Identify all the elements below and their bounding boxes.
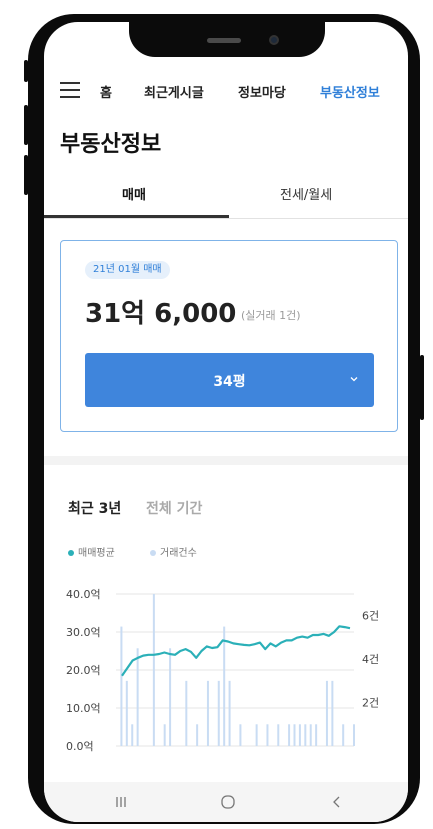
trade-type-tabs: 매매 전세/월세: [44, 178, 408, 219]
count-bar: [196, 724, 199, 746]
count-bar: [325, 680, 328, 746]
legend-avg-label: 매매평균: [78, 548, 115, 559]
y-right-tick-label: 4건: [362, 653, 379, 666]
transaction-count-note: (실거래 1건): [241, 309, 301, 322]
price-value: 31억 6,000: [85, 299, 237, 329]
count-bar: [131, 724, 134, 746]
count-bar: [342, 724, 345, 746]
count-bar: [206, 680, 209, 746]
price-card: 21년 01월 매매 31억 6,000 (실거래 1건) 34평: [60, 240, 398, 432]
section-divider: [44, 456, 408, 465]
top-nav: 홈 최근게시글 정보마당 부동산정보: [44, 78, 408, 106]
hamburger-menu-icon[interactable]: [60, 82, 80, 98]
back-icon[interactable]: [330, 795, 344, 809]
tab-sale[interactable]: 매매: [122, 184, 146, 203]
legend-avg-dot: [68, 550, 74, 556]
speaker-grille: [207, 38, 241, 43]
count-bar: [288, 724, 291, 746]
count-bar: [163, 724, 166, 746]
phone-screen: 홈 최근게시글 정보마당 부동산정보 부동산정보 매매 전세/월세 21년 01…: [44, 22, 408, 822]
count-bar: [293, 724, 296, 746]
legend-count-dot: [150, 550, 156, 556]
count-bar: [331, 680, 334, 746]
count-bar: [185, 680, 188, 746]
y-left-tick-label: 30.0억: [66, 626, 101, 639]
y-right-tick-label: 6건: [362, 610, 379, 623]
count-bar: [353, 724, 355, 746]
phone-side-button-left-mid: [24, 105, 28, 145]
avg-price-line: [121, 625, 351, 677]
home-circle-icon[interactable]: [220, 794, 236, 810]
nav-item-info[interactable]: 정보마당: [238, 82, 286, 101]
count-bar: [277, 724, 280, 746]
count-bar: [125, 680, 128, 746]
nav-item-recent-posts[interactable]: 최근게시글: [144, 82, 204, 101]
y-left-tick-label: 0.0억: [66, 740, 94, 753]
y-left-tick-label: 10.0억: [66, 702, 101, 715]
tab-lease[interactable]: 전세/월세: [280, 184, 332, 203]
legend-avg: 매매평균: [68, 544, 115, 559]
front-camera: [269, 35, 279, 45]
size-select-button[interactable]: 34평: [85, 353, 374, 407]
price-chart: 0.0억 10.0억 20.0억 30.0억 40.0억 2건 4건 6건: [66, 588, 379, 753]
chevron-down-icon: [350, 377, 358, 382]
page-title: 부동산정보: [60, 132, 162, 157]
period-all[interactable]: 전체 기간: [146, 498, 202, 518]
size-select-label: 34평: [213, 374, 246, 390]
count-bar: [217, 680, 220, 746]
phone-side-button-right: [420, 355, 424, 420]
count-bar: [255, 724, 258, 746]
count-bar: [315, 724, 318, 746]
count-bar: [120, 626, 123, 746]
phone-side-button-left-top: [24, 60, 28, 82]
count-bar: [266, 724, 269, 746]
y-left-tick-label: 40.0억: [66, 588, 101, 601]
notch: [129, 22, 325, 57]
period-recent-3y[interactable]: 최근 3년: [68, 498, 121, 518]
count-bar: [136, 648, 139, 746]
count-bar: [309, 724, 312, 746]
count-bar: [223, 626, 226, 746]
phone-side-button-left-low: [24, 155, 28, 195]
y-left-tick-label: 20.0억: [66, 664, 101, 677]
y-right-tick-label: 2건: [362, 697, 379, 710]
date-badge: 21년 01월 매매: [85, 261, 170, 279]
count-bar: [169, 648, 172, 746]
nav-item-home[interactable]: 홈: [100, 82, 112, 101]
count-bar: [304, 724, 307, 746]
legend-count: 거래건수: [150, 544, 197, 559]
android-nav-bar: [44, 782, 408, 822]
count-bar: [298, 724, 301, 746]
nav-item-real-estate[interactable]: 부동산정보: [320, 82, 380, 101]
legend-count-label: 거래건수: [160, 548, 197, 559]
count-bar: [152, 594, 155, 746]
count-bar: [239, 724, 242, 746]
recent-apps-icon[interactable]: [114, 795, 128, 809]
active-tab-indicator: [44, 215, 229, 218]
count-bar: [228, 680, 231, 746]
